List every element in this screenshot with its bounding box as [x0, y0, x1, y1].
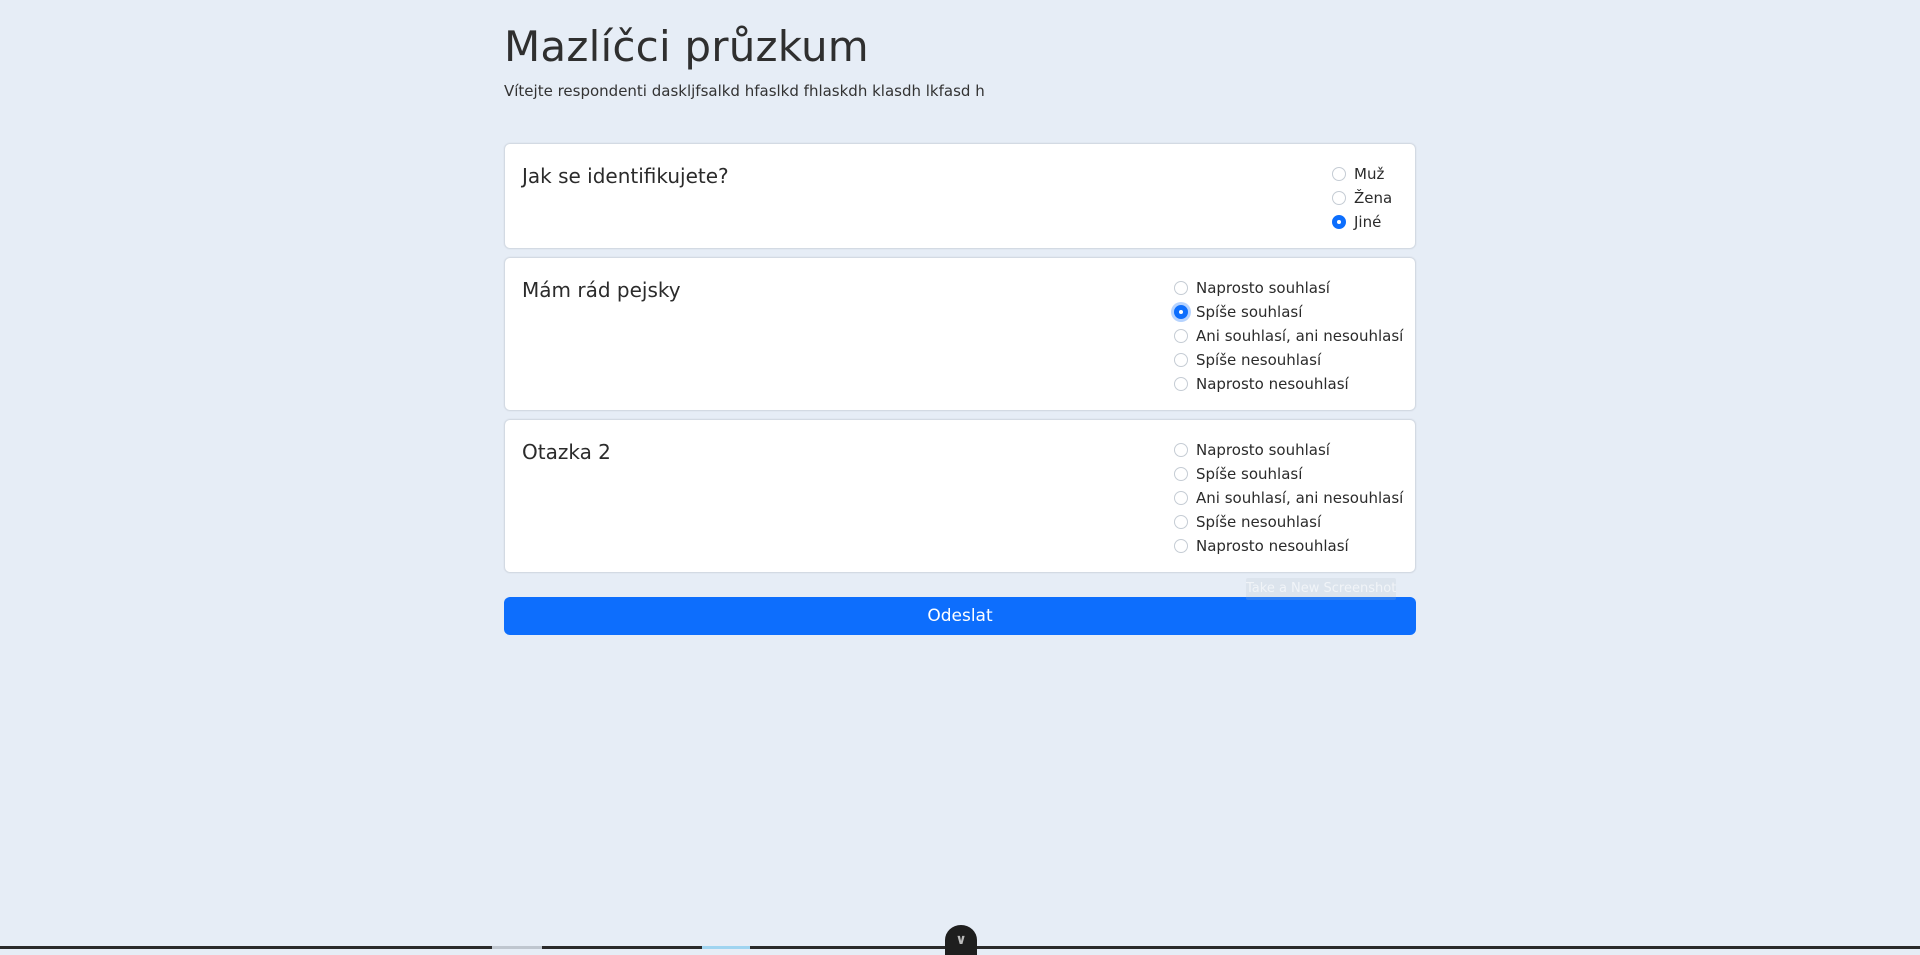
radio-button-selected[interactable]: [1174, 305, 1188, 319]
option-label: Spíše souhlasí: [1196, 303, 1303, 321]
option-naprosto-souhlasi[interactable]: Naprosto souhlasí: [1174, 276, 1403, 300]
radio-button[interactable]: [1174, 329, 1188, 343]
option-label: Naprosto souhlasí: [1196, 279, 1330, 297]
question-card-dogs: Mám rád pejsky Naprosto souhlasí Spíše s…: [504, 257, 1416, 411]
radio-button[interactable]: [1174, 281, 1188, 295]
screenshot-overlay-button[interactable]: Take a New Screenshot: [1246, 578, 1396, 600]
radio-group-otazka-2: Naprosto souhlasí Spíše souhlasí Ani sou…: [1174, 438, 1403, 558]
radio-button[interactable]: [1174, 515, 1188, 529]
page-title: Mazlíčci průzkum: [504, 22, 869, 71]
radio-button[interactable]: [1174, 539, 1188, 553]
option-label: Jiné: [1354, 213, 1382, 231]
question-card-otazka-2: Otazka 2 Naprosto souhlasí Spíše souhlas…: [504, 419, 1416, 573]
option-label: Spíše nesouhlasí: [1196, 351, 1322, 369]
submit-button[interactable]: Odeslat: [504, 597, 1416, 635]
option-neutral[interactable]: Ani souhlasí, ani nesouhlasí: [1174, 324, 1403, 348]
radio-button[interactable]: [1174, 467, 1188, 481]
option-spise-nesouhlasi[interactable]: Spíše nesouhlasí: [1174, 510, 1403, 534]
radio-button-selected[interactable]: [1332, 215, 1346, 229]
option-spise-souhlasi[interactable]: Spíše souhlasí: [1174, 462, 1403, 486]
option-spise-nesouhlasi[interactable]: Spíše nesouhlasí: [1174, 348, 1403, 372]
option-naprosto-souhlasi[interactable]: Naprosto souhlasí: [1174, 438, 1403, 462]
radio-button[interactable]: [1332, 167, 1346, 181]
radio-group-dogs: Naprosto souhlasí Spíše souhlasí Ani sou…: [1174, 276, 1403, 396]
radio-button[interactable]: [1174, 353, 1188, 367]
option-zena[interactable]: Žena: [1332, 186, 1392, 210]
radio-button[interactable]: [1174, 491, 1188, 505]
radio-button[interactable]: [1174, 443, 1188, 457]
question-card-gender: Jak se identifikujete? Muž Žena Jiné: [504, 143, 1416, 249]
option-label: Ani souhlasí, ani nesouhlasí: [1196, 327, 1404, 345]
option-label: Muž: [1354, 165, 1385, 183]
question-text: Mám rád pejsky: [522, 278, 681, 302]
option-label: Naprosto nesouhlasí: [1196, 537, 1349, 555]
option-naprosto-nesouhlasi[interactable]: Naprosto nesouhlasí: [1174, 534, 1403, 558]
option-label: Ani souhlasí, ani nesouhlasí: [1196, 489, 1404, 507]
option-label: Žena: [1354, 189, 1393, 207]
option-naprosto-nesouhlasi[interactable]: Naprosto nesouhlasí: [1174, 372, 1403, 396]
radio-button[interactable]: [1332, 191, 1346, 205]
option-label: Naprosto souhlasí: [1196, 441, 1330, 459]
option-jine[interactable]: Jiné: [1332, 210, 1392, 234]
question-text: Jak se identifikujete?: [522, 164, 729, 188]
chevron-down-icon[interactable]: ∨: [945, 925, 977, 955]
option-label: Naprosto nesouhlasí: [1196, 375, 1349, 393]
page-subtitle: Vítejte respondenti daskljfsalkd hfaslkd…: [504, 82, 985, 100]
option-muz[interactable]: Muž: [1332, 162, 1392, 186]
radio-group-gender: Muž Žena Jiné: [1332, 162, 1392, 234]
option-neutral[interactable]: Ani souhlasí, ani nesouhlasí: [1174, 486, 1403, 510]
option-spise-souhlasi[interactable]: Spíše souhlasí: [1174, 300, 1403, 324]
radio-button[interactable]: [1174, 377, 1188, 391]
option-label: Spíše souhlasí: [1196, 465, 1303, 483]
question-text: Otazka 2: [522, 440, 611, 464]
option-label: Spíše nesouhlasí: [1196, 513, 1322, 531]
